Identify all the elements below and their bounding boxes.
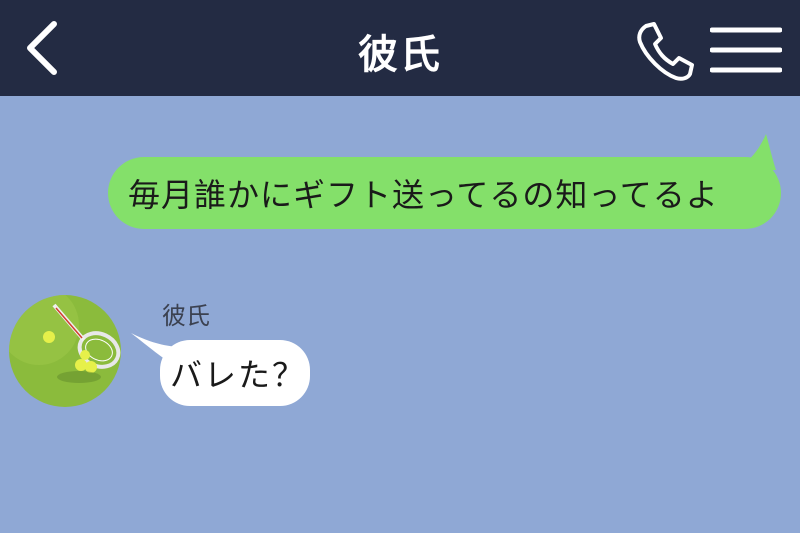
incoming-message-bubble[interactable]: バレた？ [160,340,310,406]
phone-icon [637,22,694,81]
sender-name: 彼氏 [162,302,210,330]
hamburger-menu-icon [709,27,783,73]
menu-button[interactable] [709,24,783,76]
tennis-racket-avatar [9,295,121,407]
avatar[interactable] [9,295,121,407]
outgoing-message-text: 毎月誰かにギフト送ってるの知ってるよ [128,176,719,214]
incoming-message-text: バレた？ [170,356,307,394]
call-button[interactable] [632,18,696,82]
outgoing-message-bubble[interactable]: 毎月誰かにギフト送ってるの知ってるよ [108,157,781,229]
chat-area[interactable]: 毎月誰かにギフト送ってるの知ってるよ 彼氏 バレた？ [0,96,800,533]
chat-header: 彼氏 [0,0,800,96]
